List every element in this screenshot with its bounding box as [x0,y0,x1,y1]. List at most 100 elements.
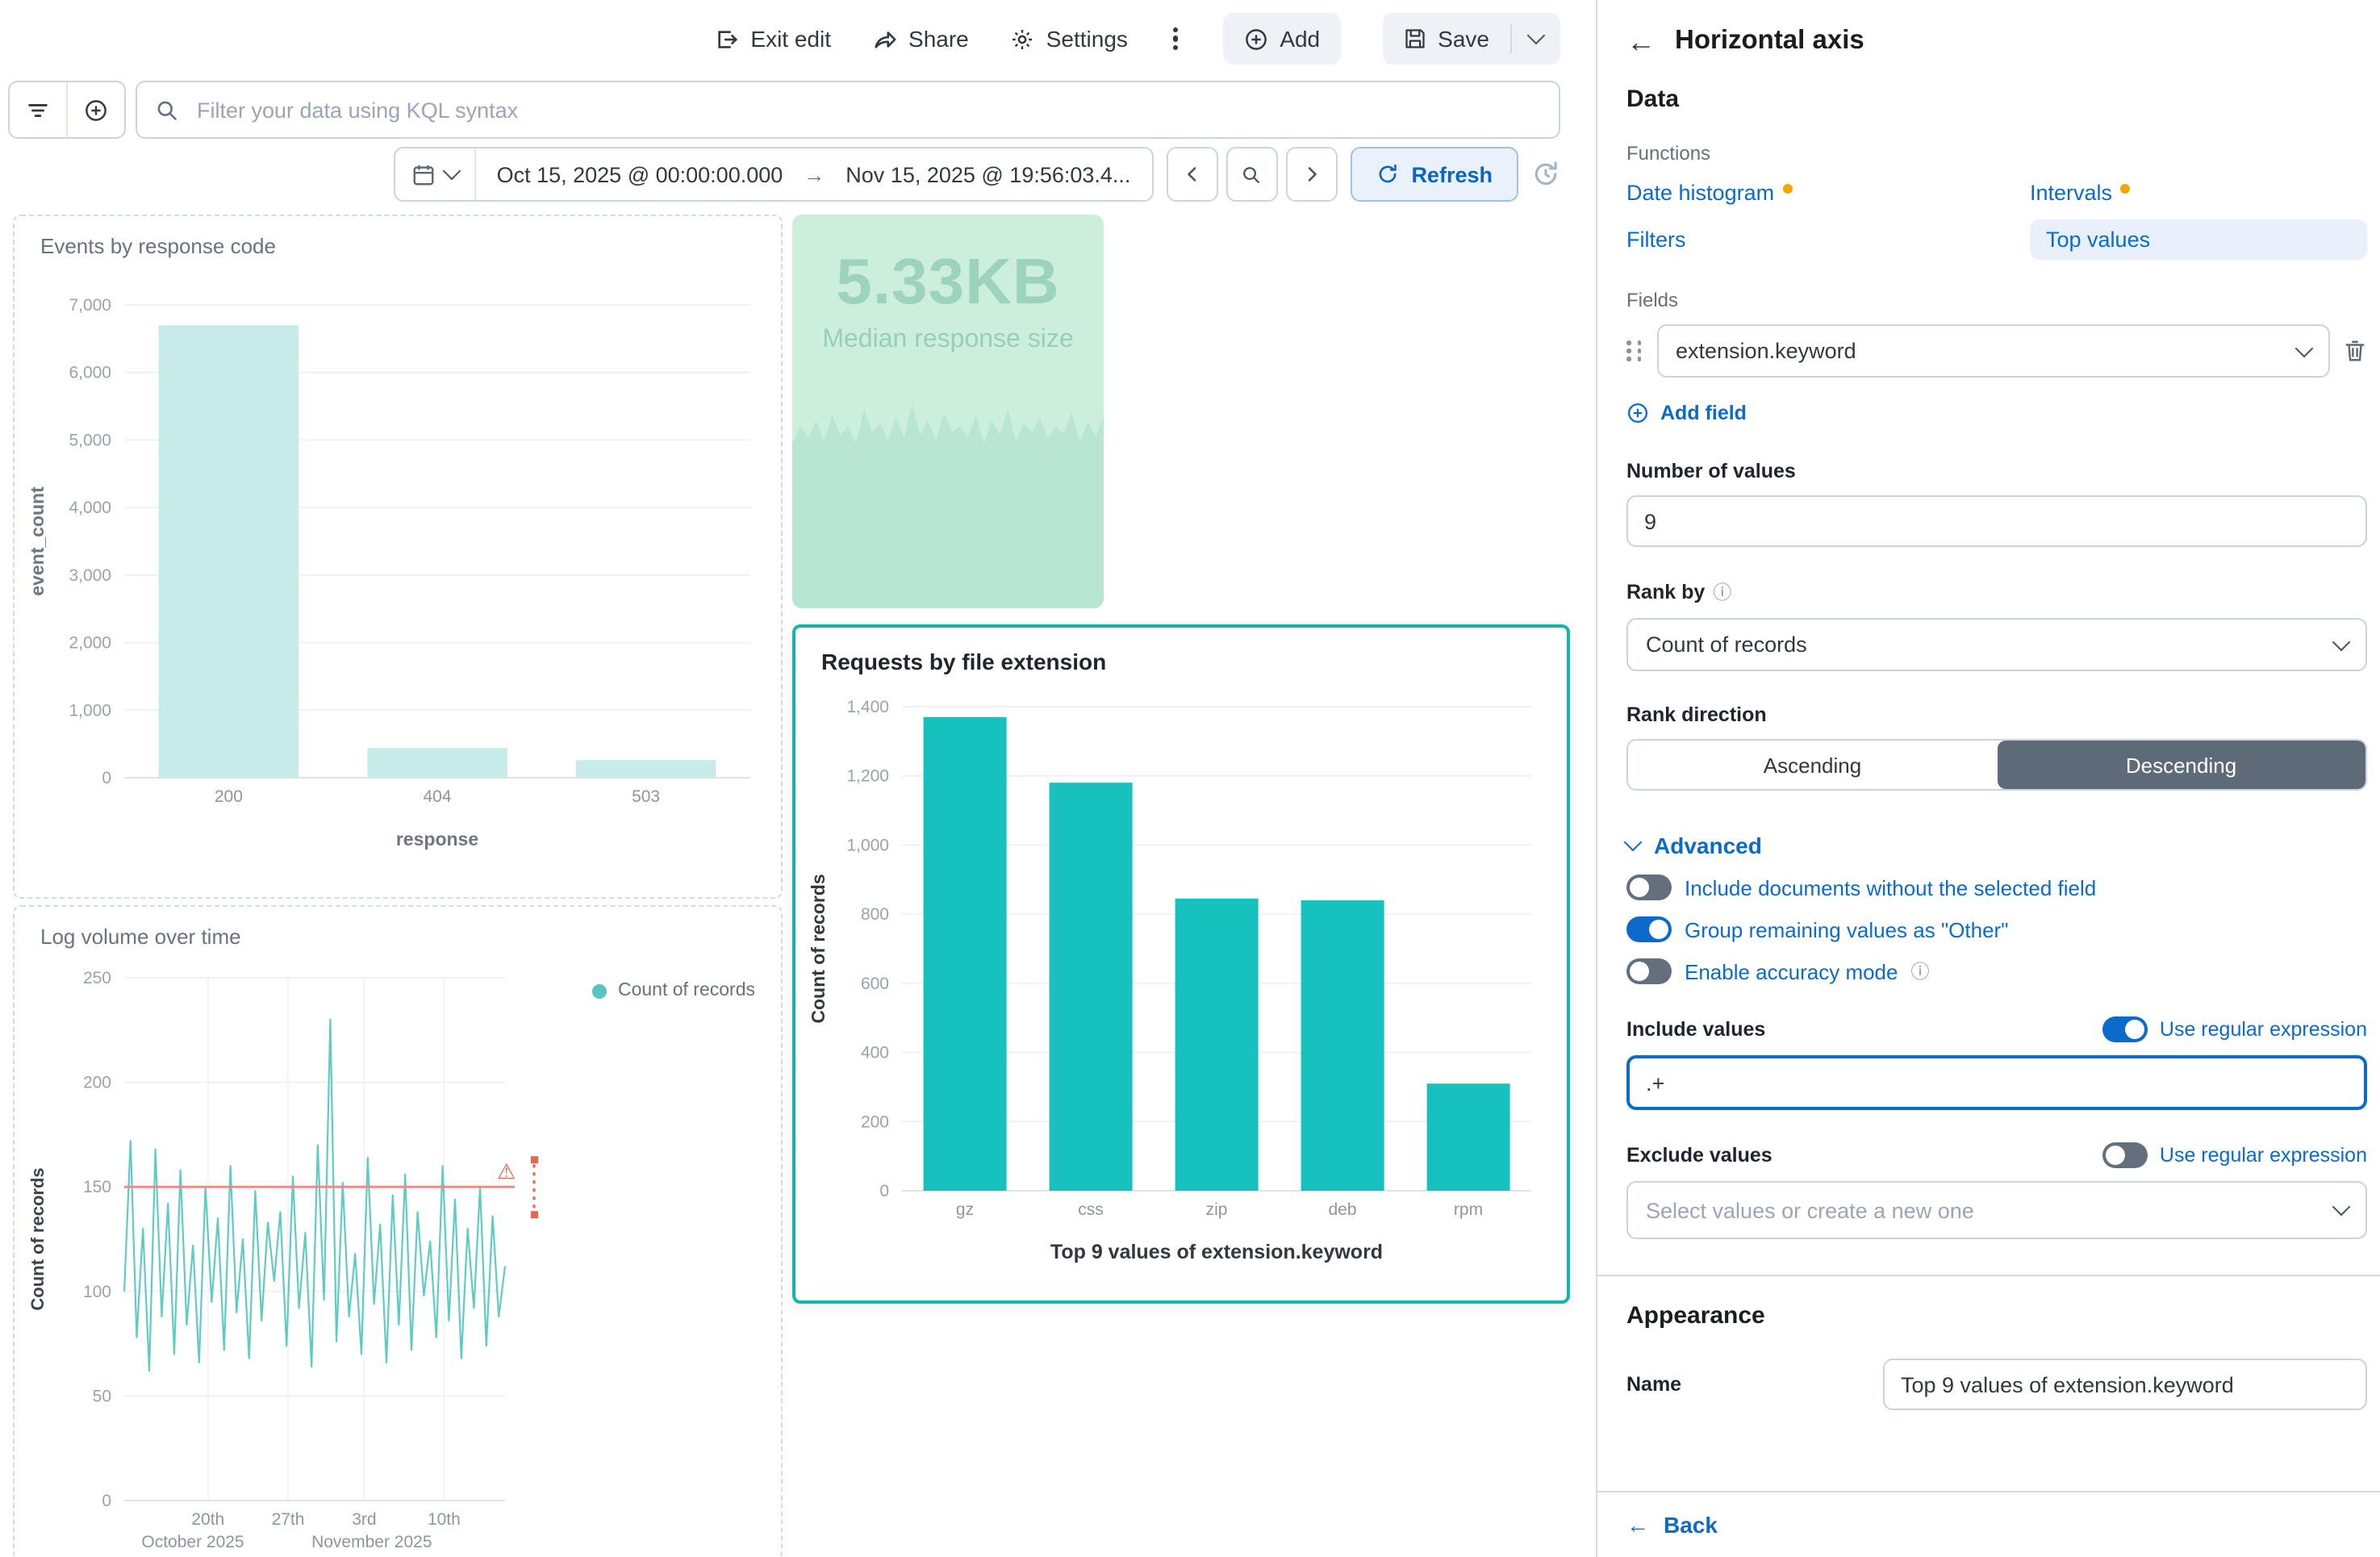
back-arrow-icon: ← [1626,1512,1649,1538]
svg-text:rpm: rpm [1454,1200,1483,1219]
more-options-kebab-icon[interactable] [1170,27,1181,51]
rank-by-select[interactable]: Count of records [1626,618,2367,671]
gear-icon [1011,27,1035,51]
filter-controls [8,81,126,139]
rank-by-value: Count of records [1646,632,1807,657]
include-values-row: Include values Use regular expression [1626,1016,2367,1042]
svg-text:zip: zip [1206,1200,1228,1219]
name-input[interactable] [1883,1359,2367,1410]
panel-median-response-size[interactable]: 5.33KB Median response size [792,215,1104,608]
events-bar-chart: 01,0002,0003,0004,0005,0006,0007,0002004… [21,281,773,897]
rank-direction-label: Rank direction [1626,703,2367,726]
accuracy-mode-switch[interactable] [1626,958,1672,984]
function-date-histogram[interactable]: Date histogram [1626,181,2030,205]
refresh-button[interactable]: Refresh [1350,147,1518,202]
time-prev-button[interactable] [1166,147,1217,202]
ascending-option[interactable]: Ascending [1628,741,1997,789]
toggle-include-documents: Include documents without the selected f… [1626,875,2367,900]
calendar-menu-button[interactable] [395,148,476,200]
functions-grid: Date histogram Intervals Filters Top val… [1626,181,2367,260]
layer-config-panel: ← Horizontal axis Data Functions Date hi… [1596,0,2380,1557]
svg-text:November 2025: November 2025 [311,1533,432,1551]
share-label: Share [908,26,969,52]
svg-text:7,000: 7,000 [69,296,111,315]
function-filters[interactable]: Filters [1626,227,2030,252]
svg-text:10th: 10th [428,1510,461,1529]
function-top-values-selected[interactable]: Top values [2030,219,2367,260]
field-select[interactable]: extension.keyword [1656,324,2330,378]
svg-text:800: 800 [861,905,889,924]
svg-text:404: 404 [423,787,451,806]
panel-log-volume-over-time[interactable]: Log volume over time Count of records 05… [13,905,783,1557]
add-button[interactable]: Add [1223,13,1341,65]
function-intervals[interactable]: Intervals [2030,181,2367,205]
exit-edit-button[interactable]: Exit edit [715,26,831,52]
include-values-input[interactable] [1626,1055,2367,1110]
start-date[interactable]: Oct 15, 2025 @ 00:00:00.000 [476,162,804,186]
descending-option-selected[interactable]: Descending [1997,741,2365,789]
svg-text:200: 200 [861,1112,889,1131]
incompatible-dot-icon [1782,184,1792,194]
date-arrow-icon: → [804,162,825,186]
panel-title: Events by response code [15,216,781,258]
name-row: Name [1626,1359,2367,1410]
app-root: Exit edit Share Settings Add Save [0,0,2380,1557]
save-button[interactable]: Save [1383,13,1510,65]
field-row: extension.keyword [1626,324,2367,378]
metric-sparkline [792,402,1104,608]
add-filter-icon[interactable] [66,82,124,137]
drag-handle-icon[interactable] [1626,340,1643,361]
group-remaining-switch[interactable] [1626,916,1672,942]
field-select-value: extension.keyword [1676,339,1856,363]
svg-text:Top 9 values of extension.keyw: Top 9 values of extension.keyword [1050,1241,1383,1263]
include-regex-switch[interactable] [2103,1016,2148,1042]
config-footer-back-button[interactable]: ← Back [1597,1491,2380,1557]
save-options-chevron[interactable] [1512,13,1560,65]
settings-button[interactable]: Settings [1011,26,1128,52]
add-field-button[interactable]: Add field [1626,402,2367,424]
number-of-values-input[interactable] [1626,495,2367,547]
svg-text:3rd: 3rd [352,1510,376,1529]
panel-requests-by-file-extension-selected[interactable]: Requests by file extension 0200400600800… [792,624,1570,1304]
top-toolbar: Exit edit Share Settings Add Save [0,0,1596,77]
kql-search-input[interactable] [194,96,1541,123]
plus-circle-icon [1244,27,1268,51]
include-documents-switch[interactable] [1626,875,1672,900]
svg-text:1,400: 1,400 [846,698,889,716]
svg-text:4,000: 4,000 [69,499,111,517]
advanced-accordion[interactable]: Advanced [1626,833,2367,858]
svg-text:20th: 20th [191,1510,224,1529]
svg-text:3,000: 3,000 [69,566,111,585]
svg-text:100: 100 [83,1283,111,1301]
rank-by-row: Rank by ⓘ [1626,579,2367,605]
filter-icon[interactable] [10,82,66,137]
time-next-button[interactable] [1285,147,1337,202]
share-button[interactable]: Share [873,26,969,52]
panel-events-by-response-code[interactable]: Events by response code 01,0002,0003,000… [13,215,783,899]
svg-text:October 2025: October 2025 [141,1533,244,1551]
name-label: Name [1626,1373,1681,1396]
svg-text:200: 200 [215,787,243,806]
info-icon: ⓘ [1911,958,1930,984]
svg-text:response: response [396,829,478,849]
delete-field-trash-icon[interactable] [2343,339,2367,363]
end-date[interactable]: Nov 15, 2025 @ 19:56:03.4... [825,162,1151,186]
svg-text:250: 250 [83,969,111,987]
exclude-values-select[interactable]: Select values or create a new one [1626,1181,2367,1239]
save-icon [1404,27,1426,50]
chevron-down-icon [442,162,461,181]
svg-text:27th: 27th [272,1510,305,1529]
time-zoom-icon[interactable] [1225,147,1277,202]
svg-text:1,000: 1,000 [69,701,111,720]
chevron-down-icon [1624,833,1643,852]
back-arrow-icon[interactable]: ← [1626,27,1656,56]
dashboard-edit-area: Exit edit Share Settings Add Save [0,0,1596,1557]
exit-icon [715,27,739,51]
auto-refresh-icon[interactable] [1531,160,1560,189]
exclude-regex-switch[interactable] [2103,1142,2148,1168]
svg-text:200: 200 [83,1074,111,1092]
metric-label: Median response size [792,326,1104,355]
add-label: Add [1280,26,1320,52]
exit-edit-label: Exit edit [750,26,831,52]
rank-by-label: Rank by [1626,581,1705,603]
